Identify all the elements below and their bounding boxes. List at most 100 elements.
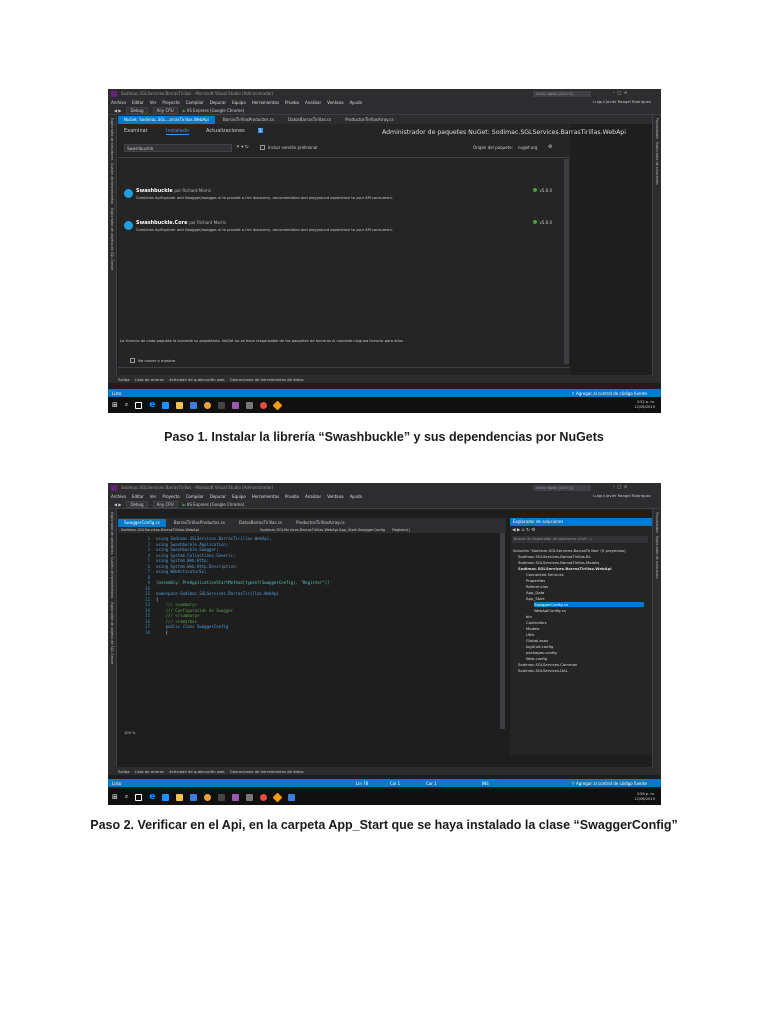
tab-productos-tirillas-array[interactable]: ProductosTirillasArray.cs: [339, 116, 399, 124]
app-icon[interactable]: [246, 401, 254, 409]
menu-item[interactable]: Proyecto: [162, 494, 179, 499]
windows-start-icon[interactable]: ⊞: [112, 793, 118, 801]
system-tray[interactable]: 3:52 p. m. 12/06/2019: [634, 400, 655, 409]
quick-launch-input[interactable]: Inicio rápido (Ctrl+Q): [533, 484, 591, 491]
tab-data-tools[interactable]: Operaciones de herramientas de datos: [230, 377, 304, 382]
file-explorer-icon[interactable]: [176, 793, 184, 801]
package-source-select[interactable]: nuget.org: [518, 145, 537, 150]
tree-file[interactable]: log4net.config: [526, 644, 553, 649]
app-icon[interactable]: [272, 400, 283, 410]
menu-item[interactable]: Archivo: [111, 100, 126, 105]
vertical-scrollbar[interactable]: [564, 159, 569, 364]
tab-data-tools[interactable]: Operaciones de herramientas de datos: [230, 769, 304, 774]
menu-item[interactable]: Editar: [132, 494, 144, 499]
vertical-scrollbar[interactable]: [500, 533, 505, 729]
task-view-icon[interactable]: [135, 401, 143, 409]
tree-folder[interactable]: Controllers: [526, 620, 547, 625]
no-show-checkbox[interactable]: [130, 358, 135, 363]
menu-item[interactable]: Herramientas: [252, 100, 279, 105]
window-controls[interactable]: – □ ✕: [613, 90, 627, 95]
tree-file[interactable]: WebApiConfig.cs: [534, 608, 566, 613]
menu-item[interactable]: Prueba: [285, 494, 299, 499]
edge-icon[interactable]: e: [149, 792, 155, 802]
tab-datos-barras-tirillas[interactable]: DatosBarrasTirillas.cs: [233, 519, 288, 527]
package-row[interactable]: Swashbuckle por Richard Morris Combines …: [122, 187, 562, 215]
solution-explorer-tab[interactable]: Explorador de soluciones: [655, 536, 659, 579]
back-forward-icon[interactable]: ◀ ▶: [114, 502, 121, 507]
tree-item[interactable]: Referencias: [526, 584, 548, 589]
tree-item[interactable]: Connected Services: [526, 572, 564, 577]
menu-item[interactable]: Editar: [132, 100, 144, 105]
member-dropdown[interactable]: Register(): [392, 528, 410, 532]
menu-item[interactable]: Compilar: [186, 100, 204, 105]
menu-item[interactable]: Analizar: [305, 494, 321, 499]
solution-search-input[interactable]: Buscar en Explorador de soluciones (Ctrl…: [512, 536, 648, 543]
menu-item[interactable]: Equipo: [232, 494, 246, 499]
window-controls[interactable]: – □ ✕: [613, 484, 627, 489]
menu-item[interactable]: Proyecto: [162, 100, 179, 105]
tree-project[interactable]: Sodimac.SGLServices.BarrasTirillas.Model…: [518, 560, 599, 565]
tree-project[interactable]: Sodimac.SGLServices.BarrasTirillas.BL: [518, 554, 591, 559]
toolbox-tab[interactable]: Cuadro de herramientas: [110, 557, 114, 598]
toolbox-tab[interactable]: Cuadro de herramientas: [110, 163, 114, 204]
tree-file-swagger-config[interactable]: SwaggerConfig.cs: [534, 602, 644, 607]
tab-swagger-config[interactable]: SwaggerConfig.cs: [118, 519, 166, 527]
tab-web-publish[interactable]: Actividad de publicación web: [169, 377, 224, 382]
menu-item[interactable]: Herramientas: [252, 494, 279, 499]
menu-item[interactable]: Ver: [150, 494, 157, 499]
sql-object-explorer-tab[interactable]: Explorador de objetos de SQL Server: [110, 602, 114, 665]
source-control-button[interactable]: ↑ Agregar al control de código fuente: [571, 781, 647, 786]
menu-item[interactable]: Ventana: [327, 494, 343, 499]
zoom-level[interactable]: 100 %: [124, 731, 135, 735]
app-icon[interactable]: [260, 401, 268, 409]
tree-file[interactable]: packages.config: [526, 650, 557, 655]
quick-launch-input[interactable]: Inicio rápido (Ctrl+Q): [533, 90, 591, 97]
source-control-button[interactable]: ↑ Agregar al control de código fuente: [571, 391, 647, 396]
tree-folder[interactable]: App_Data: [526, 590, 544, 595]
server-explorer-tab[interactable]: Explorador de servidores: [110, 512, 114, 554]
platform-select[interactable]: Any CPU: [152, 106, 178, 114]
sql-object-explorer-tab[interactable]: Explorador de objetos de SQL Server: [110, 208, 114, 271]
tab-output[interactable]: Salida: [118, 377, 130, 382]
menu-item[interactable]: Depurar: [210, 100, 226, 105]
menu-item[interactable]: Equipo: [232, 100, 246, 105]
solution-explorer-tab[interactable]: Explorador de soluciones: [655, 142, 659, 185]
prerelease-checkbox[interactable]: [260, 145, 265, 150]
visual-studio-taskbar-icon[interactable]: [232, 401, 240, 409]
tree-file[interactable]: Global.asax: [526, 638, 548, 643]
package-search-input[interactable]: Swashbuckle: [124, 144, 232, 152]
tab-datos-barras-tirillas[interactable]: DatosBarrasTirillas.cs: [282, 116, 337, 124]
app-icon[interactable]: [218, 793, 226, 801]
tree-item[interactable]: Properties: [526, 578, 545, 583]
gear-icon[interactable]: ⚙: [548, 144, 552, 150]
search-icon[interactable]: ⌕: [125, 793, 128, 801]
edge-icon[interactable]: e: [149, 400, 155, 410]
app-icon[interactable]: [246, 793, 254, 801]
config-select[interactable]: Debug: [126, 500, 148, 508]
solution-explorer-toolbar-icons[interactable]: ◀ ▶ ⌂ ↻ ⚙: [512, 528, 535, 533]
vscode-icon[interactable]: [162, 401, 170, 409]
menu-item[interactable]: Ayuda: [350, 494, 362, 499]
user-name[interactable]: Luigui Javier Rangel Rodriguez: [593, 98, 651, 106]
menu-item[interactable]: Ventana: [327, 100, 343, 105]
back-forward-icon[interactable]: ◀ ▶: [114, 108, 121, 113]
menu-item[interactable]: Archivo: [111, 494, 126, 499]
tree-project[interactable]: Sodimac.SGLServices.DAL: [518, 668, 568, 673]
tab-updates[interactable]: Actualizaciones: [206, 128, 245, 134]
menu-item[interactable]: Compilar: [186, 494, 204, 499]
system-tray[interactable]: 3:56 p. m. 12/06/2019: [634, 792, 655, 801]
code-editor[interactable]: 1 2 3 4 5 6 7 8 9 10 11 12 13 14 15 16 1…: [118, 533, 506, 739]
config-select[interactable]: Debug: [126, 106, 148, 114]
visual-studio-taskbar-icon[interactable]: [232, 793, 240, 801]
tree-folder[interactable]: Models: [526, 626, 539, 631]
tree-folder-app-start[interactable]: App_Start: [526, 596, 545, 601]
app-icon[interactable]: [190, 401, 198, 409]
chrome-icon[interactable]: [204, 793, 212, 801]
menu-item[interactable]: Ver: [150, 100, 157, 105]
vscode-icon[interactable]: [162, 793, 170, 801]
tab-web-publish[interactable]: Actividad de publicación web: [169, 769, 224, 774]
tab-nuget[interactable]: NuGet: Sodimac.SGL...arrasTirillas.WebAp…: [118, 116, 215, 124]
menu-item[interactable]: Ayuda: [350, 100, 362, 105]
tree-folder[interactable]: Utils: [526, 632, 534, 637]
class-dropdown[interactable]: Sodimac.SGLServices.BarrasTirillas.WebAp…: [260, 528, 385, 532]
